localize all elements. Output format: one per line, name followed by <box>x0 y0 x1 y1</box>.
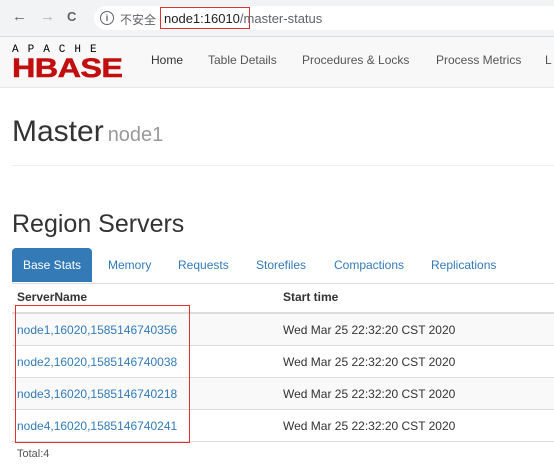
url-host: node1:16010 <box>164 11 240 26</box>
tab-replications[interactable]: Replications <box>420 248 507 282</box>
tab-memory[interactable]: Memory <box>97 248 162 282</box>
column-header-start-time[interactable]: Start time <box>283 290 338 304</box>
divider <box>12 165 554 166</box>
reload-icon[interactable]: C <box>67 9 76 25</box>
start-time-cell: Wed Mar 25 22:32:20 CST 2020 <box>283 323 456 337</box>
table-row: node1,16020,1585146740356 Wed Mar 25 22:… <box>12 314 554 346</box>
server-link[interactable]: node4,16020,1585146740241 <box>17 419 177 433</box>
url-path: /master-status <box>239 11 323 26</box>
server-link[interactable]: node2,16020,1585146740038 <box>17 355 177 369</box>
table-header-row: ServerName Start time <box>12 283 554 314</box>
section-title-region-servers: Region Servers <box>12 210 185 238</box>
logo-hbase-text: HBASE <box>12 53 124 83</box>
hbase-navbar: APACHE HBASE Home Table Details Procedur… <box>0 37 554 88</box>
server-link[interactable]: node1,16020,1585146740356 <box>17 323 177 337</box>
page-title-text: Master <box>12 115 104 148</box>
server-link[interactable]: node3,16020,1585146740218 <box>17 387 177 401</box>
tab-storefiles[interactable]: Storefiles <box>245 248 317 282</box>
nav-item-procedures-locks[interactable]: Procedures & Locks <box>302 53 409 67</box>
nav-item-home[interactable]: Home <box>151 53 183 67</box>
info-icon[interactable]: i <box>100 11 114 25</box>
back-arrow-icon[interactable]: ← <box>12 9 27 25</box>
page-title: Master node1 <box>12 115 163 149</box>
insecure-label: 不安全 <box>120 13 157 27</box>
region-server-tabs: Base Stats Memory Requests Storefiles Co… <box>12 248 554 284</box>
nav-item-table-details[interactable]: Table Details <box>208 53 277 67</box>
nav-item-truncated[interactable]: L <box>545 53 552 67</box>
url-text[interactable]: node1:16010/master-status <box>164 11 322 26</box>
start-time-cell: Wed Mar 25 22:32:20 CST 2020 <box>283 419 456 433</box>
table-row: node2,16020,1585146740038 Wed Mar 25 22:… <box>12 346 554 378</box>
start-time-cell: Wed Mar 25 22:32:20 CST 2020 <box>283 387 456 401</box>
tab-requests[interactable]: Requests <box>167 248 240 282</box>
nav-item-process-metrics[interactable]: Process Metrics <box>436 53 521 67</box>
address-bar[interactable]: i 不安全 node1:16010/master-status <box>94 6 554 30</box>
browser-toolbar: ← → C i 不安全 node1:16010/master-status <box>0 0 554 37</box>
forward-arrow-icon[interactable]: → <box>40 9 55 25</box>
total-count: Total:4 <box>17 448 50 460</box>
page-subtitle: node1 <box>107 124 164 146</box>
table-row: node3,16020,1585146740218 Wed Mar 25 22:… <box>12 378 554 410</box>
hbase-logo[interactable]: APACHE HBASE <box>12 44 130 82</box>
tab-compactions[interactable]: Compactions <box>323 248 415 282</box>
start-time-cell: Wed Mar 25 22:32:20 CST 2020 <box>283 355 456 369</box>
column-header-servername[interactable]: ServerName <box>17 290 87 304</box>
table-row: node4,16020,1585146740241 Wed Mar 25 22:… <box>12 410 554 442</box>
tab-base-stats[interactable]: Base Stats <box>12 248 93 282</box>
